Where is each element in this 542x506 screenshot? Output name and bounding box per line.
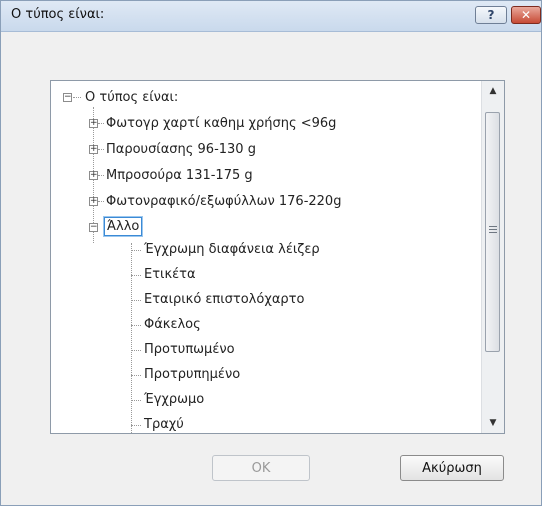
tree-item-label: Φωτογρ χαρτί καθημ χρήσης <96g (106, 116, 337, 131)
tree-connector-line (131, 300, 141, 301)
tree-connector-line (131, 250, 141, 251)
expand-icon[interactable]: + (89, 171, 98, 180)
cancel-button[interactable]: Ακύρωση (400, 455, 504, 481)
tree-item-label: Έγχρωμο (144, 392, 205, 407)
vertical-scrollbar[interactable]: ▲ ▼ (481, 81, 504, 433)
tree-item-label: Τραχύ (144, 417, 184, 432)
expand-icon[interactable]: + (89, 145, 98, 154)
tree-item-label: Έγχρωμη διαφάνεια λέιζερ (144, 242, 320, 257)
tree-item-label: Προτυπωμένο (144, 342, 235, 357)
tree-item-label: Φάκελος (144, 317, 201, 332)
tree-item-label: Ετικέτα (144, 267, 196, 282)
tree-connector-line (131, 400, 141, 401)
tree-item-label: Προτρυπημένο (144, 367, 241, 382)
tree-connector-line (131, 325, 141, 326)
close-button[interactable]: ✕ (511, 6, 541, 24)
arrow-up-icon: ▲ (489, 86, 497, 96)
scroll-down-button[interactable]: ▼ (482, 413, 504, 433)
arrow-down-icon: ▼ (489, 418, 497, 428)
ok-button-label: OK (251, 460, 271, 476)
ok-button[interactable]: OK (212, 455, 310, 481)
tree-connector-line (131, 425, 141, 426)
close-icon: ✕ (520, 8, 532, 22)
cancel-button-label: Ακύρωση (422, 460, 482, 476)
tree-connector-line (98, 149, 104, 150)
collapse-icon[interactable]: − (63, 93, 72, 102)
tree-connector-line (131, 375, 141, 376)
expand-icon[interactable]: + (89, 119, 98, 128)
tree-item-label: Εταιρικό επιστολόχαρτο (144, 292, 305, 307)
scrollbar-thumb[interactable] (485, 112, 500, 352)
tree-connector-line (98, 123, 104, 124)
tree-connector-line (98, 175, 104, 176)
grip-icon (489, 226, 497, 233)
collapse-icon[interactable]: − (89, 223, 98, 232)
scroll-up-button[interactable]: ▲ (482, 81, 504, 101)
tree-connector-line (131, 350, 141, 351)
tree-item-label: Φωτονραφικό/εξωφύλλων 176-220g (106, 194, 342, 209)
tree-connector-line (131, 243, 132, 433)
tree-connector-line (73, 97, 81, 98)
window-title: Ο τύπος είναι: (11, 7, 105, 22)
tree-connector-line (98, 201, 104, 202)
tree-item-label: Παρουσίασης 96-130 g (106, 142, 256, 157)
expand-icon[interactable]: + (89, 197, 98, 206)
tree-connector-line (131, 275, 141, 276)
tree-item-label-selected: Άλλο (102, 216, 144, 237)
paper-type-tree[interactable]: − Ο τύπος είναι: + Φωτογρ χαρτί καθημ χρ… (50, 80, 505, 434)
tree-content: − Ο τύπος είναι: + Φωτογρ χαρτί καθημ χρ… (51, 81, 481, 433)
tree-root-label: Ο τύπος είναι: (85, 90, 179, 105)
dialog-window: Ο τύπος είναι: ? ✕ − Ο τύπος είναι: + Φω… (0, 0, 542, 506)
help-icon: ? (487, 8, 495, 22)
tree-item-label: Μπροσούρα 131-175 g (106, 168, 253, 183)
help-button[interactable]: ? (475, 6, 507, 24)
title-bar[interactable]: Ο τύπος είναι: ? ✕ (1, 1, 541, 32)
